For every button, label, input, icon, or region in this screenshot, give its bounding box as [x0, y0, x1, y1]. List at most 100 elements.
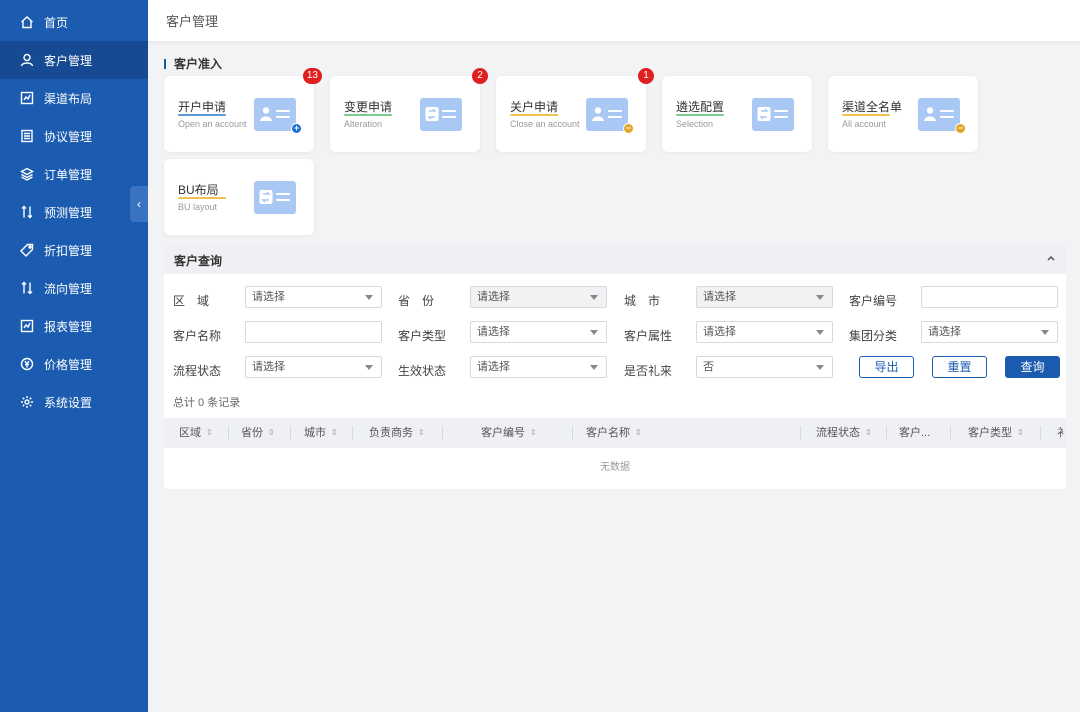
city-select[interactable]: 请选择: [696, 286, 833, 308]
column-header-label: 省份: [241, 427, 263, 439]
column-separator: [442, 426, 443, 440]
export-button[interactable]: 导出: [859, 356, 914, 378]
province-select[interactable]: 请选择: [470, 286, 607, 308]
sidebar-item-home[interactable]: 首页: [0, 3, 148, 41]
sidebar-collapse-button[interactable]: ‹: [130, 186, 148, 222]
sidebar: 首页 客户管理 渠道布局 协议管理 订单管理 预测管理 折扣管理 流向管理 报表…: [0, 0, 148, 712]
card-all-account[interactable]: 渠道全名单 All account −: [828, 76, 978, 152]
customer-name-label: 客户名称: [173, 329, 222, 343]
swap-card-icon: [254, 181, 296, 214]
sidebar-item-discount[interactable]: 折扣管理: [0, 231, 148, 269]
dropdown-arrow-icon: [365, 365, 373, 370]
column-header-customer-no[interactable]: 客户编号 ⇕: [481, 418, 537, 448]
sidebar-item-channel-layout[interactable]: 渠道布局: [0, 79, 148, 117]
group-class-select-value: 请选择: [928, 326, 961, 338]
page-header: 客户管理: [148, 0, 1080, 42]
customer-no-input[interactable]: [921, 286, 1058, 308]
column-header-region[interactable]: 区域 ⇕: [179, 418, 213, 448]
search-button[interactable]: 查询: [1005, 356, 1060, 378]
group-class-select[interactable]: 请选择: [921, 321, 1058, 343]
flow-status-select[interactable]: 请选择: [245, 356, 382, 378]
plus-icon: +: [291, 123, 302, 134]
sidebar-item-agreement[interactable]: 协议管理: [0, 117, 148, 155]
user-icon: [20, 53, 34, 67]
gift-select-value: 否: [703, 361, 714, 373]
column-separator: [800, 426, 801, 440]
card-subtitle: Open an account: [178, 119, 247, 129]
customer-type-select[interactable]: 请选择: [470, 321, 607, 343]
customer-attr-select-value: 请选择: [703, 326, 736, 338]
sort-icon: ⇕: [865, 428, 872, 438]
column-header-label: 客户名称: [586, 427, 630, 439]
column-separator: [1040, 426, 1041, 440]
region-select-value: 请选择: [252, 291, 285, 303]
sidebar-item-price[interactable]: 价格管理: [0, 345, 148, 383]
dropdown-arrow-icon: [365, 295, 373, 300]
card-close-account[interactable]: 1 关户申请 Close an account −: [496, 68, 654, 152]
card-bu-layout[interactable]: BU布局 BU layout: [164, 159, 314, 235]
gift-label: 是否礼来: [624, 364, 673, 378]
province-label: 省 份: [398, 294, 435, 308]
card-subtitle: Selection: [676, 119, 714, 129]
effective-status-select[interactable]: 请选择: [470, 356, 607, 378]
sort-icon: ⇕: [635, 428, 642, 438]
card-subtitle: Close an account: [510, 119, 580, 129]
card-badge: 2: [472, 68, 488, 84]
page-title: 客户管理: [166, 14, 219, 29]
layers-icon: [20, 167, 34, 181]
gift-select[interactable]: 否: [696, 356, 833, 378]
group-class-label: 集团分类: [849, 329, 898, 343]
swap-card-icon: [420, 98, 462, 131]
empty-state: 无数据: [600, 462, 630, 473]
customer-attr-select[interactable]: 请选择: [696, 321, 833, 343]
minus-icon: −: [623, 123, 634, 134]
column-separator: [290, 426, 291, 440]
sidebar-item-order[interactable]: 订单管理: [0, 155, 148, 193]
tag-icon: [20, 243, 34, 257]
card-alteration[interactable]: 2 变更申请 Alteration: [330, 68, 488, 152]
sort-icon: ⇕: [418, 428, 425, 438]
card-title: 遴选配置: [676, 100, 725, 114]
card-title: 变更申请: [344, 100, 393, 114]
sidebar-item-label: 系统设置: [44, 395, 93, 410]
column-header-flow-status[interactable]: 流程状态 ⇕: [816, 418, 872, 448]
column-header-manager[interactable]: 负责商务 ⇕: [369, 418, 425, 448]
chevron-up-icon[interactable]: [1046, 253, 1056, 263]
column-header-province[interactable]: 省份 ⇕: [241, 418, 275, 448]
card-underline: [344, 114, 392, 116]
column-header-truncated[interactable]: 衤: [1057, 418, 1068, 448]
customer-query-panel: 客户查询 区 域 请选择 省 份 请选择 城 市 请选择 客户编号 客户名称 客…: [164, 246, 1068, 489]
flow-status-select-value: 请选择: [252, 361, 285, 373]
customer-name-input[interactable]: [245, 321, 382, 343]
results-table-header: 区域 ⇕ 省份 ⇕ 城市 ⇕ 负责商务 ⇕ 客户编号 ⇕ 客户名称 ⇕ 流程状态 ⇕ 客户..…: [164, 418, 1068, 448]
card-title: 关户申请: [510, 100, 559, 114]
column-header-label: 客户类型: [968, 427, 1012, 439]
dropdown-arrow-icon: [816, 330, 824, 335]
card-open-account[interactable]: 13 开户申请 Open an account +: [164, 68, 322, 152]
total-records: 总计 0 条记录: [173, 397, 241, 409]
sidebar-item-customer[interactable]: 客户管理: [0, 41, 148, 79]
forecast-icon: [20, 205, 34, 219]
column-header-customer-attr[interactable]: 客户...: [899, 418, 930, 448]
reset-button[interactable]: 重置: [932, 356, 987, 378]
column-header-customer-name[interactable]: 客户名称 ⇕: [586, 418, 642, 448]
sidebar-item-forecast[interactable]: 预测管理: [0, 193, 148, 231]
card-selection[interactable]: 遴选配置 Selection: [662, 76, 812, 152]
sidebar-item-flow[interactable]: 流向管理: [0, 269, 148, 307]
chart-icon: [20, 319, 34, 333]
column-separator: [352, 426, 353, 440]
sidebar-item-report[interactable]: 报表管理: [0, 307, 148, 345]
column-header-label: 客户编号: [481, 427, 525, 439]
query-header: 客户查询: [164, 246, 1066, 274]
document-icon: [20, 129, 34, 143]
person-card-icon: −: [918, 98, 966, 134]
column-header-city[interactable]: 城市 ⇕: [304, 418, 338, 448]
column-header-label: 衤: [1057, 427, 1068, 439]
region-select[interactable]: 请选择: [245, 286, 382, 308]
card-badge: 1: [638, 68, 654, 84]
column-header-label: 负责商务: [369, 427, 413, 439]
card-underline: [510, 114, 558, 116]
sidebar-item-settings[interactable]: 系统设置: [0, 383, 148, 421]
column-header-customer-type[interactable]: 客户类型 ⇕: [968, 418, 1024, 448]
card-title: BU布局: [178, 183, 219, 197]
